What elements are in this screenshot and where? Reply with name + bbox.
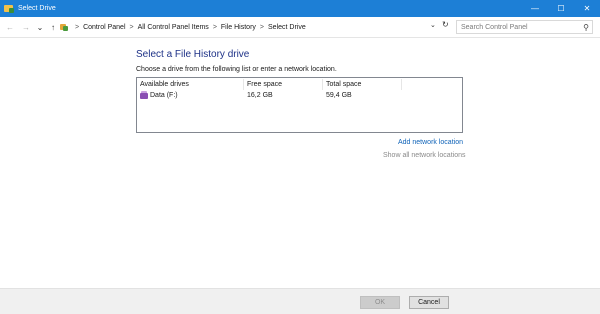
minimize-button[interactable]: — (522, 0, 548, 17)
show-all-network-locations-link[interactable]: Show all network locations (383, 152, 466, 159)
title-bar: Select Drive — ☐ ✕ (0, 0, 600, 17)
ok-button[interactable]: OK (360, 296, 400, 309)
refresh-icon[interactable]: ↻ (442, 20, 449, 29)
total-space-value: 59,4 GB (326, 92, 352, 99)
breadcrumb-item-control-panel[interactable]: Control Panel (83, 24, 125, 31)
column-header-available-drives[interactable]: Available drives (140, 81, 189, 88)
forward-button[interactable]: → (20, 20, 32, 34)
breadcrumb-item-file-history[interactable]: File History (221, 24, 256, 31)
cancel-button[interactable]: Cancel (409, 296, 449, 309)
breadcrumb-item-all-control-panel-items[interactable]: All Control Panel Items (138, 24, 209, 31)
column-divider[interactable] (243, 79, 244, 90)
drive-icon (140, 91, 148, 100)
add-network-location-link[interactable]: Add network location (398, 139, 463, 146)
page-title: Select a File History drive (136, 49, 250, 60)
breadcrumb-separator[interactable]: > (75, 24, 79, 31)
column-header-free-space[interactable]: Free space (247, 81, 282, 88)
drive-name: Data (F:) (150, 92, 178, 99)
column-divider[interactable] (322, 79, 323, 90)
breadcrumb-item-select-drive[interactable]: Select Drive (268, 24, 306, 31)
up-button[interactable]: ↑ (47, 20, 59, 34)
breadcrumb-separator[interactable]: > (260, 24, 264, 31)
close-button[interactable]: ✕ (574, 0, 600, 17)
column-header-total-space[interactable]: Total space (326, 81, 361, 88)
page-description: Choose a drive from the following list o… (136, 66, 337, 73)
search-placeholder: Search Control Panel (461, 23, 528, 31)
maximize-button[interactable]: ☐ (548, 0, 574, 17)
window-title: Select Drive (18, 5, 56, 12)
control-panel-icon (60, 23, 68, 31)
file-history-icon (4, 4, 14, 13)
window-controls: — ☐ ✕ (522, 0, 600, 17)
dialog-footer: OK Cancel (0, 288, 600, 314)
address-divider (0, 37, 600, 38)
breadcrumb-separator[interactable]: > (213, 24, 217, 31)
breadcrumb-separator[interactable]: > (130, 24, 134, 31)
search-icon[interactable]: ⚲ (580, 23, 592, 32)
back-button[interactable]: ← (4, 20, 16, 34)
list-item[interactable]: Data (F:) 16,2 GB 59,4 GB (137, 91, 462, 102)
address-dropdown-icon[interactable]: ⌄ (430, 21, 436, 29)
drive-list-header: Available drives Free space Total space (137, 78, 462, 90)
drive-list[interactable]: Available drives Free space Total space … (136, 77, 463, 133)
column-divider[interactable] (401, 79, 402, 90)
recent-locations-button[interactable]: ⌄ (34, 20, 46, 34)
search-input[interactable]: Search Control Panel ⚲ (456, 20, 593, 34)
breadcrumb[interactable]: > Control Panel > All Control Panel Item… (60, 20, 452, 34)
free-space-value: 16,2 GB (247, 92, 273, 99)
